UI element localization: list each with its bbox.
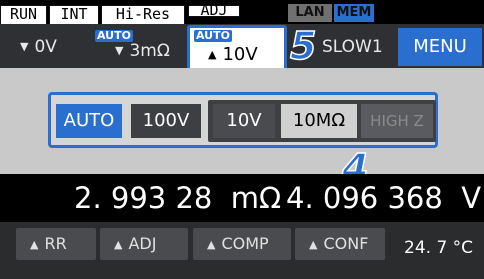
callout-five: 5 xyxy=(289,23,317,69)
resistance-range-button[interactable]: AUTO ▼ 3mΩ xyxy=(95,28,183,68)
chevron-down-icon: ▼ xyxy=(20,40,29,53)
chevron-up-icon: ▲ xyxy=(30,237,39,251)
resistance-reading: 2. 993 28 mΩ xyxy=(74,181,282,215)
int-indicator: INT xyxy=(49,5,99,25)
adj-button[interactable]: ▲ ADJ xyxy=(100,228,188,260)
chevron-up-icon: ▲ xyxy=(309,237,318,251)
auto-range-button[interactable]: AUTO xyxy=(56,104,122,138)
range-100v-button[interactable]: 100V xyxy=(131,104,201,138)
rr-button[interactable]: ▲ RR xyxy=(16,228,96,260)
hires-indicator: Hi-Res xyxy=(101,5,185,25)
chevron-up-icon: ▲ xyxy=(208,48,217,61)
lan-indicator: LAN xyxy=(288,4,332,22)
run-indicator: RUN xyxy=(0,5,47,25)
chevron-up-icon: ▲ xyxy=(207,237,216,251)
conf-button[interactable]: ▲ CONF xyxy=(295,228,385,260)
range-10v-button[interactable]: 10V xyxy=(213,104,275,138)
chevron-up-icon: ▲ xyxy=(114,237,123,251)
chevron-down-icon: ▼ xyxy=(115,44,124,57)
range-10mohm-button[interactable]: 10MΩ xyxy=(281,104,357,138)
auto-badge: AUTO xyxy=(194,29,232,42)
temperature-readout: 24. 7 °C xyxy=(404,238,474,258)
menu-button[interactable]: MENU xyxy=(398,28,482,66)
adj-indicator: ADJ xyxy=(188,5,240,17)
voltage-reading: 4. 096 368 V xyxy=(286,181,482,215)
mem-indicator: MEM xyxy=(334,4,374,22)
voltage-range-button[interactable]: AUTO ▲ 10V xyxy=(187,25,287,71)
high-z-button[interactable]: HIGH Z xyxy=(361,104,433,138)
comp-button[interactable]: ▲ COMP xyxy=(193,228,291,260)
